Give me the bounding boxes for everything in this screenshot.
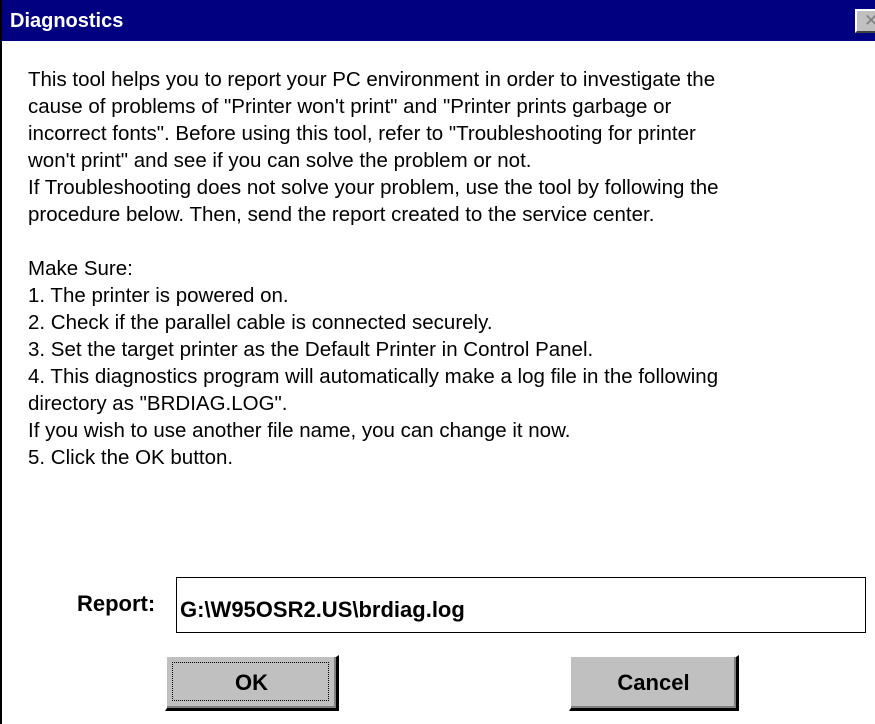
description-line: incorrect fonts". Before using this tool… (28, 122, 696, 145)
description-line: won't print" and see if you can solve th… (28, 149, 532, 172)
report-label: Report: (77, 591, 156, 616)
step-line: 3. Set the target printer as the Default… (28, 338, 594, 361)
close-button[interactable]: ✕ (855, 9, 875, 33)
ok-button-label: OK (235, 670, 268, 695)
step-line: directory as "BRDIAG.LOG". (28, 392, 288, 415)
ok-button[interactable]: OK (165, 655, 339, 711)
step-line: 5. Click the OK button. (28, 446, 234, 469)
cancel-button[interactable]: Cancel (569, 655, 739, 711)
description-line: procedure below. Then, send the report c… (28, 203, 655, 226)
description-line: This tool helps you to report your PC en… (28, 68, 716, 91)
step-line: 1. The printer is powered on. (28, 284, 289, 307)
cancel-button-label: Cancel (617, 670, 690, 695)
description-line: If Troubleshooting does not solve your p… (28, 176, 719, 199)
make-sure-heading: Make Sure: (28, 257, 133, 280)
instructions-text: This tool helps you to report your PC en… (28, 66, 858, 471)
title-bar[interactable]: Diagnostics ✕ (2, 0, 875, 41)
description-line: cause of problems of "Printer won't prin… (28, 95, 672, 118)
close-icon: ✕ (864, 11, 875, 31)
step-line: 2. Check if the parallel cable is connec… (28, 311, 493, 334)
window-title: Diagnostics (10, 10, 124, 32)
report-file-input[interactable] (176, 577, 866, 633)
step-line: 4. This diagnostics program will automat… (28, 365, 719, 388)
diagnostics-dialog: Diagnostics ✕ This tool helps you to rep… (0, 0, 875, 724)
step-line: If you wish to use another file name, yo… (28, 419, 571, 442)
